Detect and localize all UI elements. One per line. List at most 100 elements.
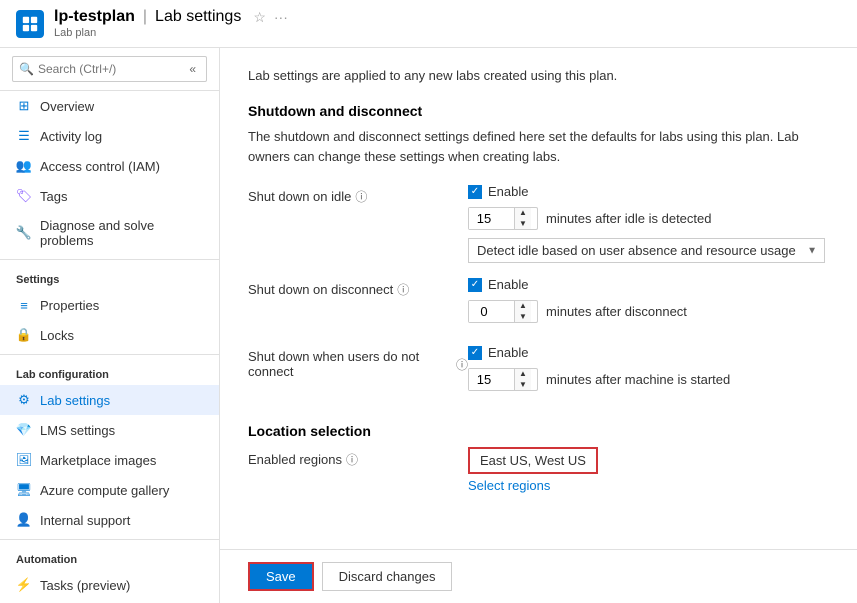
properties-icon: ≡ [16, 297, 32, 313]
sidebar-item-label: LMS settings [40, 423, 115, 438]
enabled-regions-control: East US, West US Select regions [468, 447, 829, 493]
sidebar-item-lms-settings[interactable]: 💎 LMS settings [0, 415, 219, 445]
more-options-icon[interactable]: ··· [274, 9, 288, 25]
sidebar-item-marketplace-images[interactable]: 🖼 Marketplace images [0, 445, 219, 475]
shut-down-on-idle-spinners: ▲ ▼ [514, 208, 531, 229]
favorite-icon[interactable]: ☆ [253, 9, 266, 26]
shut-down-on-idle-row: Shut down on idle ⓘ Enable 15 ▲ [248, 184, 829, 263]
shut-down-no-connect-control: Enable 15 ▲ ▼ minutes after machine is s… [468, 345, 829, 399]
sidebar-item-label: Marketplace images [40, 453, 156, 468]
shut-down-disconnect-info-icon[interactable]: ⓘ [397, 281, 409, 298]
sidebar-item-label: Tags [40, 189, 67, 204]
shut-down-on-idle-minutes-row: 15 ▲ ▼ minutes after idle is detected [468, 207, 829, 230]
regions-value: East US, West US [468, 447, 598, 474]
sidebar-item-access-control[interactable]: 👥 Access control (IAM) [0, 151, 219, 181]
top-header: lp-testplan | Lab settings ☆ ··· Lab pla… [0, 0, 857, 48]
shut-down-on-idle-control: Enable 15 ▲ ▼ minutes after idle is dete… [468, 184, 829, 263]
section-settings: Settings [0, 264, 219, 290]
search-input[interactable] [38, 62, 185, 76]
location-section-title: Location selection [248, 423, 829, 439]
footer-bar: Save Discard changes [220, 549, 857, 603]
sidebar-item-azure-compute[interactable]: 🖥 Azure compute gallery [0, 475, 219, 505]
sidebar-item-diagnose[interactable]: 🔧 Diagnose and solve problems [0, 211, 219, 255]
sidebar-item-label: Diagnose and solve problems [40, 218, 203, 248]
idle-detect-select[interactable]: Detect idle based on user absence and re… [468, 238, 825, 263]
sidebar-item-locks[interactable]: 🔒 Locks [0, 320, 219, 350]
discard-changes-button[interactable]: Discard changes [322, 562, 453, 591]
main-content: Lab settings are applied to any new labs… [220, 48, 857, 549]
sidebar-item-label: Azure compute gallery [40, 483, 169, 498]
shut-down-no-connect-row: Shut down when users do not connect ⓘ En… [248, 345, 829, 399]
shut-down-on-idle-number-input[interactable]: 15 ▲ ▼ [468, 207, 538, 230]
location-section: Location selection Enabled regions ⓘ Eas… [248, 423, 829, 493]
shut-down-no-connect-minutes-input[interactable]: 15 [469, 369, 514, 390]
select-regions-link[interactable]: Select regions [468, 478, 829, 493]
sidebar-item-internal-support[interactable]: 👤 Internal support [0, 505, 219, 535]
sidebar-item-label: Internal support [40, 513, 130, 528]
enabled-regions-info-icon[interactable]: ⓘ [346, 451, 358, 468]
section-lab-config: Lab configuration [0, 359, 219, 385]
sidebar: 🔍 « ⊞ Overview ☰ Activity log 👥 Access c… [0, 48, 220, 603]
diagnose-icon: 🔧 [16, 225, 32, 241]
shut-down-no-connect-after-label: minutes after machine is started [546, 372, 730, 387]
shut-down-disconnect-after-label: minutes after disconnect [546, 304, 687, 319]
spin-up-button[interactable]: ▲ [515, 369, 531, 380]
sidebar-item-lab-settings[interactable]: ⚙ Lab settings [0, 385, 219, 415]
shut-down-on-disconnect-control: Enable 0 ▲ ▼ minutes after disconnect [468, 277, 829, 331]
shut-down-on-idle-label: Shut down on idle ⓘ [248, 184, 468, 205]
shut-down-on-idle-info-icon[interactable]: ⓘ [355, 188, 367, 205]
tasks-icon: ⚡ [16, 577, 32, 593]
internal-support-icon: 👤 [16, 512, 32, 528]
shut-down-on-idle-enable-label: Enable [488, 184, 528, 199]
shut-down-no-connect-checkbox-row: Enable [468, 345, 829, 360]
shut-down-disconnect-number-input[interactable]: 0 ▲ ▼ [468, 300, 538, 323]
collapse-sidebar-button[interactable]: « [185, 60, 200, 78]
shutdown-section-title: Shutdown and disconnect [248, 103, 829, 119]
section-automation: Automation [0, 544, 219, 570]
marketplace-images-icon: 🖼 [16, 452, 32, 468]
shut-down-disconnect-minutes-row: 0 ▲ ▼ minutes after disconnect [468, 300, 829, 323]
azure-compute-icon: 🖥 [16, 482, 32, 498]
search-icon: 🔍 [19, 62, 34, 76]
spin-down-button[interactable]: ▼ [515, 312, 531, 323]
spin-up-button[interactable]: ▲ [515, 301, 531, 312]
page-description: Lab settings are applied to any new labs… [248, 68, 829, 83]
header-separator: | [143, 8, 147, 26]
shut-down-on-idle-after-label: minutes after idle is detected [546, 211, 711, 226]
sidebar-item-label: Properties [40, 298, 99, 313]
shut-down-disconnect-checkbox[interactable] [468, 278, 482, 292]
lab-settings-icon: ⚙ [16, 392, 32, 408]
sidebar-item-properties[interactable]: ≡ Properties [0, 290, 219, 320]
sidebar-item-label: Locks [40, 328, 74, 343]
shut-down-no-connect-checkbox[interactable] [468, 346, 482, 360]
save-button[interactable]: Save [248, 562, 314, 591]
enabled-regions-row: Enabled regions ⓘ East US, West US Selec… [248, 447, 829, 493]
shut-down-no-connect-enable-label: Enable [488, 345, 528, 360]
tags-icon: 🏷 [16, 188, 32, 204]
sidebar-item-label: Lab settings [40, 393, 110, 408]
breadcrumb: Lab plan [54, 27, 288, 39]
spin-down-button[interactable]: ▼ [515, 219, 531, 230]
shut-down-no-connect-info-icon[interactable]: ⓘ [456, 356, 468, 373]
sidebar-item-label: Overview [40, 99, 94, 114]
shut-down-on-idle-minutes-input[interactable]: 15 [469, 208, 514, 229]
shut-down-no-connect-number-input[interactable]: 15 ▲ ▼ [468, 368, 538, 391]
shut-down-on-idle-checkbox-row: Enable [468, 184, 829, 199]
sidebar-item-overview[interactable]: ⊞ Overview [0, 91, 219, 121]
enabled-regions-label: Enabled regions ⓘ [248, 447, 468, 468]
shut-down-no-connect-spinners: ▲ ▼ [514, 369, 531, 390]
shut-down-no-connect-label: Shut down when users do not connect ⓘ [248, 345, 468, 379]
sidebar-item-label: Tasks (preview) [40, 578, 130, 593]
resource-name: lp-testplan [54, 8, 135, 26]
overview-icon: ⊞ [16, 98, 32, 114]
shut-down-disconnect-minutes-input[interactable]: 0 [469, 301, 514, 322]
shut-down-on-disconnect-row: Shut down on disconnect ⓘ Enable 0 [248, 277, 829, 331]
sidebar-item-activity-log[interactable]: ☰ Activity log [0, 121, 219, 151]
spin-up-button[interactable]: ▲ [515, 208, 531, 219]
header-icon [16, 10, 44, 38]
sidebar-item-tasks[interactable]: ⚡ Tasks (preview) [0, 570, 219, 600]
spin-down-button[interactable]: ▼ [515, 380, 531, 391]
shut-down-on-idle-checkbox[interactable] [468, 185, 482, 199]
sidebar-item-tags[interactable]: 🏷 Tags [0, 181, 219, 211]
lms-settings-icon: 💎 [16, 422, 32, 438]
